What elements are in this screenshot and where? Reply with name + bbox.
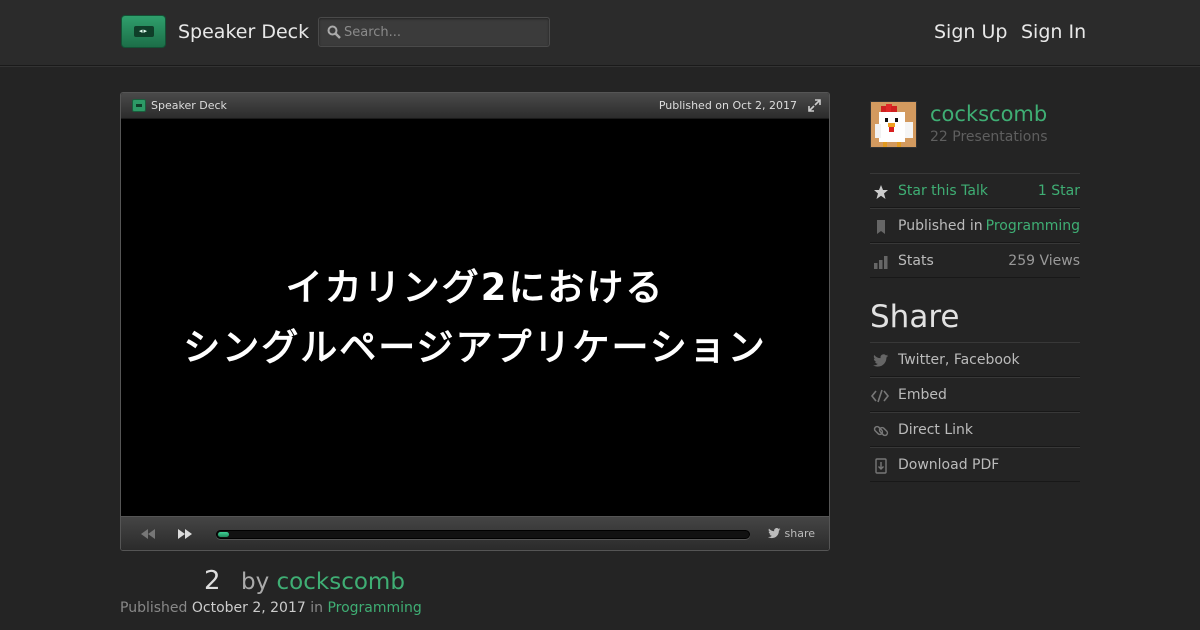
slide-progress-bar[interactable]	[216, 530, 750, 539]
author-link[interactable]: cockscomb	[277, 569, 405, 595]
sign-in-link[interactable]: Sign In	[1021, 21, 1086, 43]
previous-slide-icon[interactable]	[140, 527, 156, 541]
by-label: by	[241, 569, 270, 595]
player-share-button[interactable]: share	[767, 527, 816, 540]
player-share-label: share	[784, 527, 816, 540]
slide-title-line-1: イカリング2における	[285, 266, 665, 309]
in-label: in	[310, 600, 323, 616]
search-box[interactable]	[318, 17, 550, 47]
published-label: Published	[120, 600, 188, 616]
slide-view[interactable]: イカリング2における シングルページアプリケーション	[121, 120, 829, 516]
share-heading: Share	[870, 299, 960, 335]
stats-icon	[874, 256, 888, 269]
twitter-icon	[873, 354, 889, 367]
share-direct-link-label[interactable]: Direct Link	[898, 422, 973, 438]
share-download-pdf[interactable]: Download PDF	[870, 447, 1080, 482]
stats-label: Stats	[898, 253, 934, 269]
fullscreen-icon[interactable]	[808, 99, 821, 112]
slide-count: 2	[204, 566, 221, 596]
published-line: Published October 2, 2017 in Programming	[120, 600, 422, 616]
published-in-row: Published in Programming	[870, 208, 1080, 243]
link-icon	[873, 425, 889, 437]
sidebar-author-name[interactable]: cockscomb	[930, 102, 1047, 126]
download-icon	[875, 458, 887, 474]
twitter-bird-icon	[767, 528, 780, 539]
bookmark-icon	[877, 220, 885, 234]
sign-up-link[interactable]: Sign Up	[934, 21, 1007, 43]
speaker-deck-logo-icon[interactable]: ◂▸	[121, 15, 166, 48]
talk-meta: 2 by cockscomb	[120, 566, 820, 602]
embed-icon	[870, 389, 890, 403]
share-embed[interactable]: Embed	[870, 377, 1080, 412]
chicken-avatar-icon	[871, 102, 916, 147]
star-icon	[874, 185, 888, 199]
share-download-label[interactable]: Download PDF	[898, 457, 999, 473]
player-published-date: Published on Oct 2, 2017	[658, 99, 797, 112]
by-line: by cockscomb	[241, 569, 405, 595]
player-brand[interactable]: Speaker Deck	[151, 99, 227, 112]
search-input[interactable]	[344, 22, 544, 42]
talk-info-list: Star this Talk 1 Star Published in Progr…	[870, 173, 1080, 278]
published-in-category[interactable]: Programming	[986, 218, 1080, 234]
search-icon	[327, 25, 341, 39]
author-avatar[interactable]	[870, 101, 917, 148]
brand-name[interactable]: Speaker Deck	[178, 21, 309, 43]
player-header: Speaker Deck Published on Oct 2, 2017	[121, 93, 829, 119]
sidebar-author-presentations: 22 Presentations	[930, 129, 1048, 145]
category-link[interactable]: Programming	[327, 600, 421, 616]
share-direct-link[interactable]: Direct Link	[870, 412, 1080, 447]
share-embed-label[interactable]: Embed	[898, 387, 947, 403]
views-count: 259 Views	[1008, 253, 1080, 269]
share-list: Twitter, Facebook Embed Direct Link Down…	[870, 342, 1080, 482]
stats-row: Stats 259 Views	[870, 243, 1080, 278]
top-navbar: ◂▸ Speaker Deck Sign Up Sign In	[0, 0, 1200, 66]
share-twitter-facebook[interactable]: Twitter, Facebook	[870, 342, 1080, 377]
slide-title-line-2: シングルページアプリケーション	[183, 326, 767, 369]
speaker-deck-mini-logo-icon[interactable]	[132, 99, 146, 112]
slide-player: Speaker Deck Published on Oct 2, 2017 イカ…	[120, 92, 830, 551]
star-count[interactable]: 1 Star	[1038, 183, 1080, 199]
player-controls: share	[121, 516, 829, 550]
published-date: October 2, 2017	[191, 600, 306, 616]
published-in-label: Published in	[898, 218, 983, 234]
star-talk-label[interactable]: Star this Talk	[898, 183, 988, 199]
star-talk-row[interactable]: Star this Talk 1 Star	[870, 173, 1080, 208]
share-twitter-label[interactable]: Twitter, Facebook	[898, 352, 1020, 368]
next-slide-icon[interactable]	[177, 527, 193, 541]
slide-progress-fill	[218, 532, 229, 537]
